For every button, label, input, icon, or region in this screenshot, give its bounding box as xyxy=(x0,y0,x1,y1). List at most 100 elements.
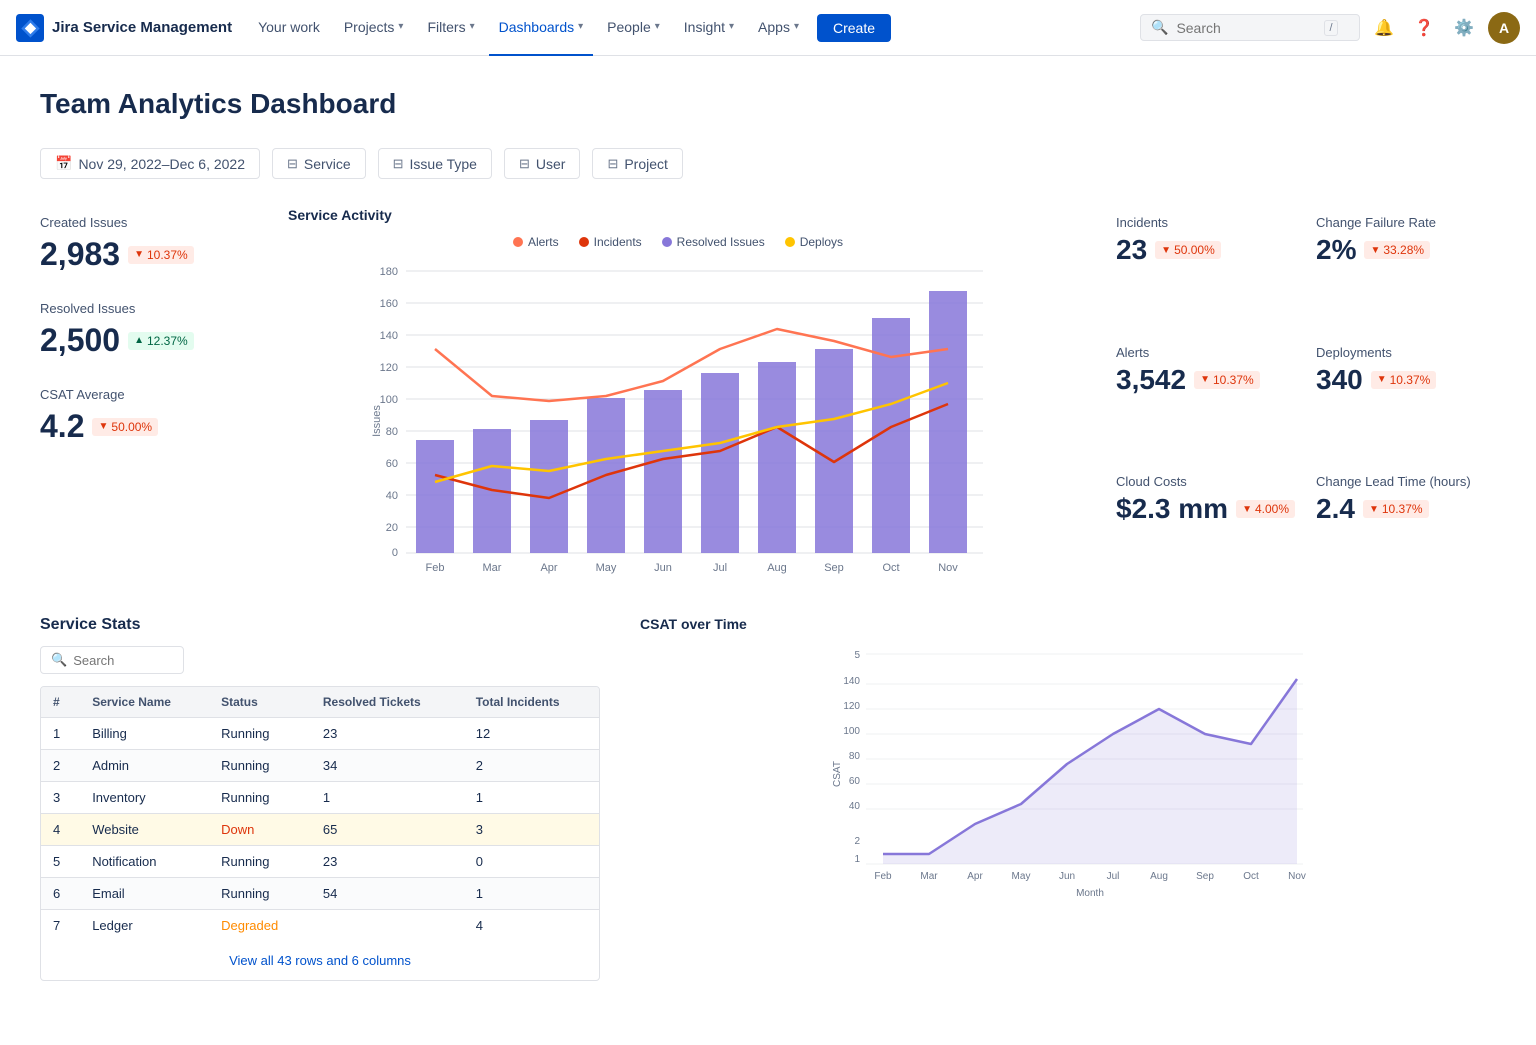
nav-your-work[interactable]: Your work xyxy=(248,0,330,56)
svg-text:80: 80 xyxy=(386,426,398,438)
col-service-name: Service Name xyxy=(80,687,209,718)
page-title: Team Analytics Dashboard xyxy=(40,88,1496,120)
svg-text:Oct: Oct xyxy=(882,562,899,574)
table-search-box[interactable]: 🔍 xyxy=(40,646,184,674)
table-search-input[interactable] xyxy=(73,653,173,668)
cell-status: Running xyxy=(209,846,311,878)
cell-status: Running xyxy=(209,878,311,910)
alerts-legend-dot xyxy=(513,237,523,247)
incidents-stat: Incidents 23 ▼ 50.00% xyxy=(1116,215,1296,325)
csat-chart-svg: 5 140 120 100 80 60 40 2 1 CSAT xyxy=(640,644,1496,904)
svg-text:May: May xyxy=(596,562,617,574)
nav-people[interactable]: People ▾ xyxy=(597,0,670,56)
svg-text:Sep: Sep xyxy=(824,562,844,574)
svg-text:Sep: Sep xyxy=(1196,871,1214,882)
legend-deploys: Deploys xyxy=(785,235,843,249)
nav-right-section: 🔍 / 🔔 ❓ ⚙️ A xyxy=(1140,12,1520,44)
cell-incidents: 3 xyxy=(464,814,599,846)
svg-text:40: 40 xyxy=(849,801,861,812)
trend-down-icon: ▼ xyxy=(134,249,144,260)
date-filter[interactable]: 📅 Nov 29, 2022–Dec 6, 2022 xyxy=(40,148,260,179)
cell-status: Running xyxy=(209,782,311,814)
svg-text:Feb: Feb xyxy=(874,871,892,882)
cell-resolved: 54 xyxy=(311,878,464,910)
table-row: 4 Website Down 65 3 xyxy=(41,814,599,846)
avatar[interactable]: A xyxy=(1488,12,1520,44)
trend-up-icon: ▲ xyxy=(134,335,144,346)
legend-incidents: Incidents xyxy=(579,235,642,249)
table-toolbar: 🔍 xyxy=(40,646,600,674)
resolved-legend-dot xyxy=(662,237,672,247)
settings-button[interactable]: ⚙️ xyxy=(1448,12,1480,44)
cell-resolved: 1 xyxy=(311,782,464,814)
search-icon: 🔍 xyxy=(1151,19,1168,36)
app-logo[interactable]: Jira Service Management xyxy=(16,14,232,42)
service-stats-title: Service Stats xyxy=(40,616,600,634)
table-row: 2 Admin Running 34 2 xyxy=(41,750,599,782)
service-filter[interactable]: ⊟ Service xyxy=(272,148,366,179)
svg-text:40: 40 xyxy=(386,490,398,502)
svg-text:Feb: Feb xyxy=(426,562,445,574)
incidents-legend-dot xyxy=(579,237,589,247)
col-status: Status xyxy=(209,687,311,718)
nav-filters[interactable]: Filters ▾ xyxy=(417,0,484,56)
filter-icon-service: ⊟ xyxy=(287,156,298,172)
dashboards-chevron-icon: ▾ xyxy=(578,21,583,32)
service-stats-section: Service Stats 🔍 # Service Name Status Re… xyxy=(40,616,600,981)
nav-apps[interactable]: Apps ▾ xyxy=(748,0,809,56)
clt-badge: ▼ 10.37% xyxy=(1363,500,1429,518)
view-all-link[interactable]: View all 43 rows and 6 columns xyxy=(41,941,599,980)
cell-resolved xyxy=(311,910,464,942)
csat-chart-title: CSAT over Time xyxy=(640,616,1496,632)
change-failure-rate-stat: Change Failure Rate 2% ▼ 33.28% xyxy=(1316,215,1496,325)
nav-insight[interactable]: Insight ▾ xyxy=(674,0,744,56)
cell-status: Down xyxy=(209,814,311,846)
apps-chevron-icon: ▾ xyxy=(794,21,799,32)
search-input[interactable] xyxy=(1176,20,1316,36)
cell-incidents: 12 xyxy=(464,718,599,750)
app-name: Jira Service Management xyxy=(52,19,232,36)
nav-projects[interactable]: Projects ▾ xyxy=(334,0,414,56)
project-filter[interactable]: ⊟ Project xyxy=(592,148,682,179)
svg-text:Jun: Jun xyxy=(654,562,672,574)
alerts-badge: ▼ 10.37% xyxy=(1194,371,1260,389)
table-row: 7 Ledger Degraded 4 xyxy=(41,910,599,942)
col-incidents: Total Incidents xyxy=(464,687,599,718)
cell-incidents: 0 xyxy=(464,846,599,878)
table-header: # Service Name Status Resolved Tickets T… xyxy=(41,687,599,718)
svg-text:Apr: Apr xyxy=(967,871,983,882)
svg-text:Jul: Jul xyxy=(1107,871,1120,882)
nav-dashboards[interactable]: Dashboards ▾ xyxy=(489,0,594,56)
search-box[interactable]: 🔍 / xyxy=(1140,14,1360,41)
svg-text:CSAT: CSAT xyxy=(832,761,843,787)
cell-service-name: Website xyxy=(80,814,209,846)
filter-icon-project: ⊟ xyxy=(607,156,618,172)
svg-text:60: 60 xyxy=(849,776,861,787)
service-stats-table: # Service Name Status Resolved Tickets T… xyxy=(40,686,600,981)
help-button[interactable]: ❓ xyxy=(1408,12,1440,44)
notifications-button[interactable]: 🔔 xyxy=(1368,12,1400,44)
navbar: Jira Service Management Your work Projec… xyxy=(0,0,1536,56)
trend-down-icon2: ▼ xyxy=(98,421,108,432)
svg-text:Nov: Nov xyxy=(1288,871,1306,882)
left-stats: Created Issues 2,983 ▼ 10.37% Resolved I… xyxy=(40,207,240,584)
projects-chevron-icon: ▾ xyxy=(398,21,403,32)
create-button[interactable]: Create xyxy=(817,14,891,42)
svg-text:140: 140 xyxy=(843,676,860,687)
incidents-badge: ▼ 50.00% xyxy=(1155,241,1221,259)
user-filter[interactable]: ⊟ User xyxy=(504,148,580,179)
issue-type-filter[interactable]: ⊟ Issue Type xyxy=(378,148,492,179)
cell-service-name: Notification xyxy=(80,846,209,878)
cell-num: 3 xyxy=(41,782,80,814)
cell-status: Running xyxy=(209,718,311,750)
svg-text:Month: Month xyxy=(677,580,708,581)
service-activity-chart: 180 160 140 120 100 80 60 40 20 0 Issues xyxy=(288,261,1068,584)
cell-resolved: 23 xyxy=(311,846,464,878)
resolved-issues-value: 2,500 ▲ 12.37% xyxy=(40,322,240,359)
svg-text:100: 100 xyxy=(380,394,398,406)
created-issues-value: 2,983 ▼ 10.37% xyxy=(40,236,240,273)
cell-incidents: 1 xyxy=(464,782,599,814)
svg-text:60: 60 xyxy=(386,458,398,470)
alerts-stat: Alerts 3,542 ▼ 10.37% xyxy=(1116,345,1296,455)
main-stats-section: Created Issues 2,983 ▼ 10.37% Resolved I… xyxy=(40,207,1496,584)
